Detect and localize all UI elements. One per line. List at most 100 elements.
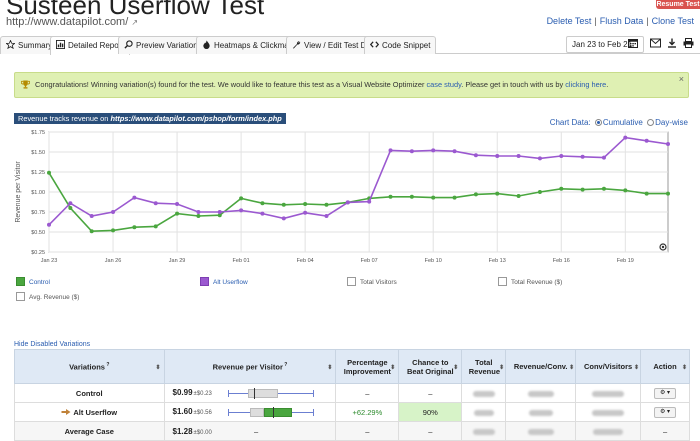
sort-icon[interactable]: ⬍: [499, 364, 504, 371]
rev-conv-cell: [505, 421, 577, 441]
print-icon[interactable]: [683, 38, 694, 48]
chart-caption: Revenue tracks revenue on https://www.da…: [14, 113, 286, 124]
improvement-cell: +62.29%: [335, 402, 400, 422]
case-study-link[interactable]: case study: [426, 80, 461, 89]
sort-icon[interactable]: ⬍: [634, 364, 639, 371]
x-tick-label: Feb 01: [233, 258, 250, 264]
resume-test-button[interactable]: Resume Test: [656, 0, 700, 9]
data-point: [132, 195, 137, 200]
table-row: Average Case $1.28±$0.00 – – – –: [14, 421, 690, 441]
winner-hand-icon: [61, 408, 71, 415]
legend-total-visitors[interactable]: Total Visitors: [347, 277, 397, 286]
x-tick-label: Feb 10: [425, 258, 442, 264]
star-icon: [6, 40, 15, 49]
tab-preview-variations[interactable]: Preview Variations: [118, 36, 208, 54]
rpv-cell: $0.99±$0.23: [163, 383, 337, 403]
download-icon[interactable]: [667, 38, 677, 48]
legend-total-revenue[interactable]: Total Revenue ($): [498, 277, 562, 286]
col-variations[interactable]: Variations ? ⬍: [14, 349, 165, 384]
close-icon[interactable]: ×: [679, 67, 684, 91]
data-point: [452, 195, 457, 200]
data-point: [111, 228, 116, 233]
y-tick-label: $1.75: [31, 130, 45, 136]
report-icon: [56, 40, 65, 49]
sort-icon[interactable]: ⬍: [453, 364, 458, 371]
data-point: [516, 154, 521, 158]
gear-menu-button[interactable]: ⚙ ▾: [654, 407, 677, 418]
sort-icon[interactable]: ⬍: [390, 364, 395, 371]
sort-icon[interactable]: ⬍: [327, 364, 332, 371]
col-chance[interactable]: Chance to Beat Original ⬍: [398, 349, 463, 384]
test-url-text: http://www.datapilot.com/: [6, 16, 129, 28]
calendar-icon[interactable]: [628, 38, 638, 48]
col-conv-visitors[interactable]: Conv/Visitors ⬍: [575, 349, 642, 384]
legend-alt-userflow[interactable]: Alt Userflow: [200, 277, 248, 286]
x-tick-label: Jan 26: [105, 258, 122, 264]
legend-swatch-control[interactable]: [16, 277, 25, 286]
rpv-cell: $1.28±$0.00 –: [163, 421, 337, 441]
data-point: [68, 206, 73, 210]
tab-code-snippet[interactable]: Code Snippet: [364, 36, 437, 54]
data-point: [153, 224, 158, 229]
clone-test-link[interactable]: Clone Test: [652, 16, 694, 26]
data-point: [303, 202, 308, 206]
x-tick-label: Feb 13: [489, 258, 506, 264]
sort-icon[interactable]: ⬍: [155, 364, 160, 371]
trophy-icon: [21, 80, 30, 89]
x-tick-label: Feb 16: [553, 258, 570, 264]
total-revenue-cell: [461, 421, 507, 441]
data-point: [367, 199, 372, 204]
legend-swatch-alt[interactable]: [200, 277, 209, 286]
clicking-here-link[interactable]: clicking here: [565, 80, 606, 89]
gear-menu-button[interactable]: ⚙ ▾: [654, 388, 677, 399]
x-tick-label: Feb 04: [297, 258, 314, 264]
total-revenue-cell: [461, 402, 507, 422]
legend-swatch-visitors[interactable]: [347, 277, 356, 286]
flush-data-link[interactable]: Flush Data: [600, 16, 644, 26]
col-rev-conv[interactable]: Revenue/Conv. ⬍: [505, 349, 577, 384]
y-tick-label: $1.50: [31, 150, 45, 156]
sort-icon[interactable]: ⬍: [569, 364, 574, 371]
legend-swatch-revenue[interactable]: [498, 277, 507, 286]
data-point: [644, 191, 649, 196]
total-revenue-cell: [461, 383, 507, 403]
code-icon: [370, 41, 379, 48]
col-rpv[interactable]: Revenue per Visitor ? ⬍: [163, 349, 337, 384]
test-url: http://www.datapilot.com/ ↗: [6, 16, 138, 28]
data-point: [175, 211, 180, 216]
col-total-revenue[interactable]: Total Revenue ⬍: [461, 349, 507, 384]
col-improvement[interactable]: Percentage Improvement ⬍: [335, 349, 400, 384]
data-point: [580, 187, 585, 192]
data-point: [47, 222, 51, 227]
hide-disabled-link[interactable]: Hide Disabled Variations: [14, 341, 90, 348]
sort-icon[interactable]: ⬍: [682, 364, 687, 371]
data-point: [666, 191, 670, 196]
data-point: [601, 186, 606, 191]
data-point: [260, 201, 265, 206]
table-row: Alt Userflow $1.60±$0.56 +62.29% 90% ⚙ ▾: [14, 402, 690, 422]
improvement-cell: –: [335, 421, 400, 441]
delete-test-link[interactable]: Delete Test: [547, 16, 592, 26]
email-icon[interactable]: [650, 38, 661, 48]
legend-avg-revenue[interactable]: Avg. Revenue ($): [16, 292, 79, 301]
chance-cell: –: [398, 383, 463, 403]
data-point: [132, 225, 137, 230]
legend-swatch-avg-revenue[interactable]: [16, 292, 25, 301]
data-point: [431, 195, 436, 200]
data-point: [89, 229, 94, 234]
data-point: [495, 191, 500, 196]
data-point: [623, 188, 628, 193]
data-point: [388, 148, 393, 153]
variation-name: Average Case: [14, 421, 165, 441]
data-point: [388, 194, 393, 199]
data-point: [196, 210, 201, 214]
data-point: [89, 214, 94, 218]
chance-cell: 90%: [398, 402, 463, 422]
confidence-interval-bar: [227, 406, 314, 418]
external-link-icon[interactable]: ↗: [131, 18, 138, 27]
legend-control[interactable]: Control: [16, 277, 50, 286]
x-tick-label: Feb 07: [361, 258, 378, 264]
data-point: [324, 214, 329, 218]
data-point: [516, 194, 521, 198]
action-cell: ⚙ ▾: [640, 383, 690, 403]
